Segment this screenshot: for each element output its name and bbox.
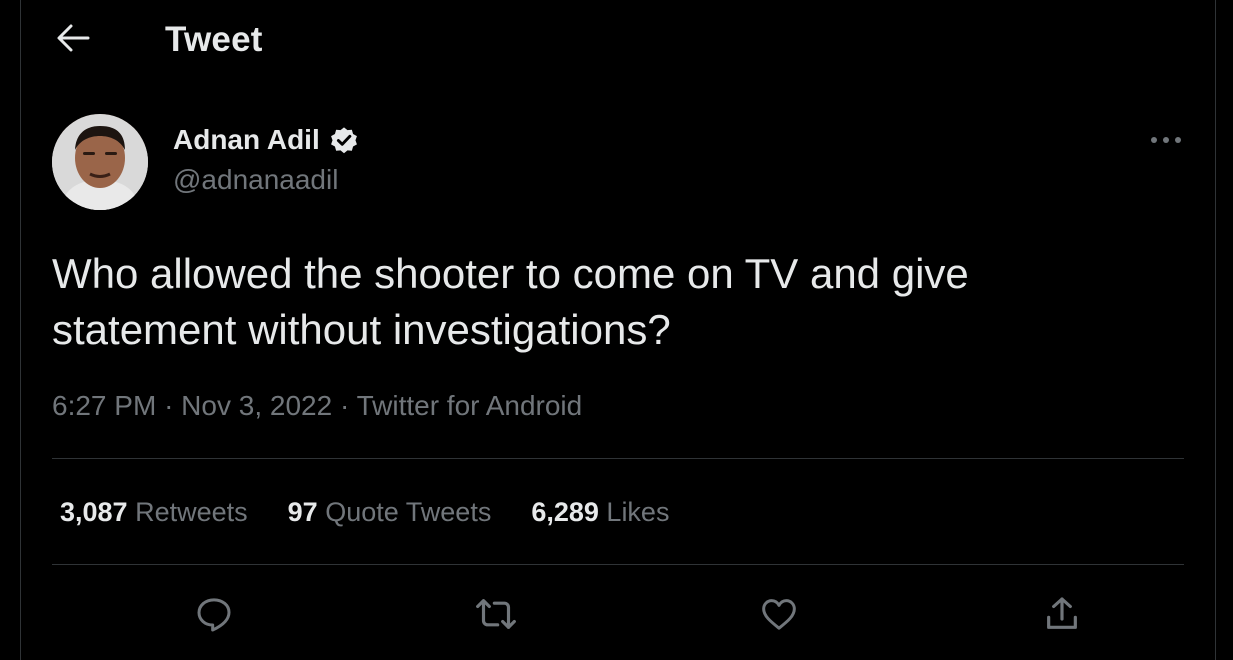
tweet-text: Who allowed the shooter to come on TV an… — [52, 246, 1152, 358]
more-horizontal-icon — [1151, 137, 1181, 143]
tweet-column: Tweet Adnan Adil @adnanaadil Who allowed… — [20, 0, 1216, 660]
quote-tweets-count: 97 — [287, 497, 318, 527]
more-options-button[interactable] — [1143, 122, 1189, 158]
page-header: Tweet — [21, 0, 1215, 80]
tweet-source[interactable]: Twitter for Android — [357, 390, 583, 421]
tweet-text-line: statement without investigations? — [52, 306, 671, 353]
page-title: Tweet — [165, 20, 263, 59]
share-button[interactable] — [1034, 586, 1090, 642]
meta-separator: · — [339, 390, 350, 421]
likes-label: Likes — [606, 497, 670, 527]
retweets-stat[interactable]: 3,087 Retweets — [60, 497, 248, 528]
avatar[interactable] — [52, 114, 148, 210]
author-name[interactable]: Adnan Adil — [173, 124, 360, 156]
author-name-text: Adnan Adil — [173, 124, 320, 155]
arrow-left-icon — [57, 24, 90, 52]
quote-tweets-label: Quote Tweets — [325, 497, 492, 527]
heart-icon — [762, 599, 796, 630]
verified-badge-icon — [330, 127, 357, 154]
tweet-stats: 3,087 Retweets 97 Quote Tweets 6,289 Lik… — [60, 497, 669, 528]
retweets-count: 3,087 — [60, 497, 128, 527]
share-icon — [1047, 597, 1077, 629]
reply-icon — [197, 598, 231, 632]
retweet-button[interactable] — [468, 586, 524, 642]
tweet-actions — [52, 586, 1184, 642]
tweet-time[interactable]: 6:27 PM — [52, 390, 156, 421]
tweet-metadata: 6:27 PM · Nov 3, 2022 · Twitter for Andr… — [52, 390, 582, 422]
retweet-icon — [476, 599, 516, 629]
avatar-image — [52, 114, 148, 210]
like-button[interactable] — [751, 586, 807, 642]
meta-separator: · — [164, 390, 174, 421]
divider — [52, 458, 1184, 459]
back-button[interactable] — [51, 18, 95, 58]
quote-tweets-stat[interactable]: 97 Quote Tweets — [288, 497, 492, 528]
divider — [52, 564, 1184, 565]
tweet-date[interactable]: Nov 3, 2022 — [181, 390, 332, 421]
likes-count: 6,289 — [531, 497, 599, 527]
author-handle[interactable]: @adnanaadil — [173, 164, 338, 196]
likes-stat[interactable]: 6,289 Likes — [531, 497, 669, 528]
reply-button[interactable] — [186, 586, 242, 642]
tweet-text-line: Who allowed the shooter to come on TV an… — [52, 250, 969, 297]
retweets-label: Retweets — [135, 497, 248, 527]
